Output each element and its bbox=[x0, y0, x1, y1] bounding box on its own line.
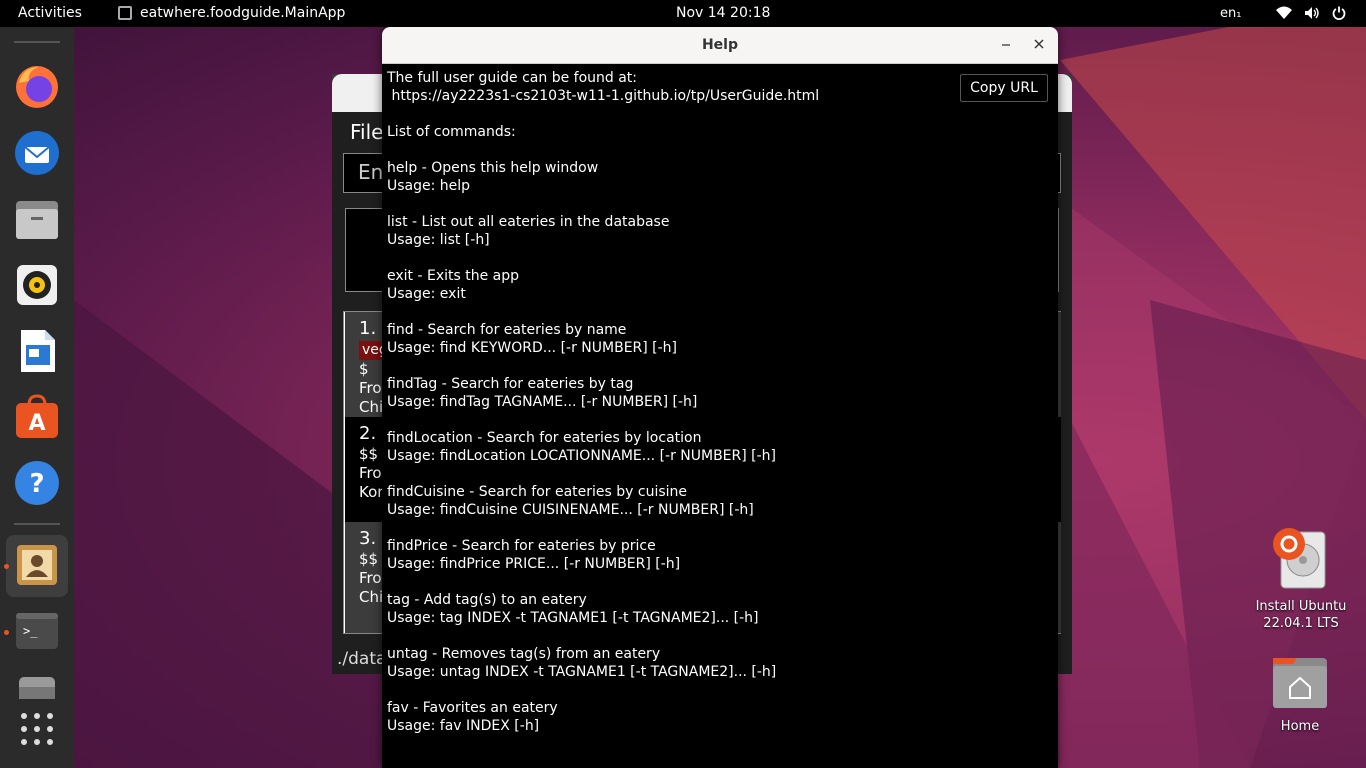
help-line bbox=[387, 195, 947, 213]
help-line: findLocation - Search for eateries by lo… bbox=[387, 430, 702, 446]
help-line bbox=[387, 303, 947, 321]
svg-text:?: ? bbox=[29, 469, 44, 499]
contacts-app-icon[interactable] bbox=[13, 541, 61, 589]
help-line bbox=[387, 519, 947, 537]
help-line: Usage: findLocation LOCATIONNAME... [-r … bbox=[387, 448, 777, 464]
help-line: Usage: findCuisine CUISINENAME... [-r NU… bbox=[387, 502, 754, 518]
help-line: Usage: list [-h] bbox=[387, 232, 490, 248]
terminal-icon[interactable]: >_ bbox=[13, 607, 61, 655]
system-menu[interactable] bbox=[1276, 6, 1346, 20]
status-bar-path: ./data bbox=[337, 649, 387, 669]
help-line: findTag - Search for eateries by tag bbox=[387, 376, 634, 392]
help-line: Usage: exit bbox=[387, 286, 466, 302]
help-line: list - List out all eateries in the data… bbox=[387, 214, 670, 230]
close-button[interactable] bbox=[1028, 34, 1050, 56]
help-line bbox=[387, 411, 947, 429]
install-ubuntu-version: 22.04.1 LTS bbox=[1263, 616, 1339, 631]
volume-icon bbox=[1305, 7, 1319, 19]
power-icon bbox=[1332, 6, 1346, 20]
help-line: findPrice - Search for eateries by price bbox=[387, 538, 656, 554]
install-ubuntu-shortcut[interactable]: Install Ubuntu 22.04.1 LTS bbox=[1244, 526, 1358, 632]
activities-button[interactable]: Activities bbox=[18, 5, 82, 21]
help-line: find - Search for eateries by name bbox=[387, 322, 627, 338]
help-line: help - Opens this help window bbox=[387, 160, 599, 176]
close-icon bbox=[1034, 39, 1044, 49]
command-input-placeholder: En bbox=[358, 160, 384, 184]
help-line bbox=[387, 681, 947, 699]
install-ubuntu-label: Install Ubuntu bbox=[1255, 599, 1347, 614]
help-window-titlebar[interactable]: Help bbox=[382, 27, 1058, 64]
svg-text:A: A bbox=[28, 411, 45, 436]
top-bar: Activities eatwhere.foodguide.MainApp No… bbox=[0, 0, 1366, 27]
help-line: untag - Removes tag(s) from an eatery bbox=[387, 646, 661, 662]
app-name-label: eatwhere.foodguide.MainApp bbox=[140, 5, 346, 21]
files-icon[interactable] bbox=[13, 195, 61, 243]
help-line: Usage: tag INDEX -t TAGNAME1 [-t TAGNAME… bbox=[387, 610, 759, 626]
help-line bbox=[387, 357, 947, 375]
show-apps-icon[interactable] bbox=[21, 713, 53, 745]
app-center-icon[interactable]: A bbox=[13, 393, 61, 441]
running-indicator bbox=[4, 630, 9, 635]
firefox-icon[interactable] bbox=[13, 63, 61, 111]
help-line: The full user guide can be found at: bbox=[387, 70, 638, 86]
app-menu[interactable]: eatwhere.foodguide.MainApp bbox=[118, 5, 345, 21]
wifi-icon bbox=[1276, 6, 1292, 19]
help-line bbox=[387, 573, 947, 591]
minimize-icon bbox=[1002, 44, 1010, 46]
help-line bbox=[387, 105, 947, 123]
dock-separator bbox=[14, 523, 60, 525]
help-line bbox=[387, 465, 947, 483]
help-line: Usage: help bbox=[387, 178, 471, 194]
help-window: Help The full user guide can be found at… bbox=[382, 27, 1058, 768]
help-line: Usage: findTag TAGNAME... [-r NUMBER] [-… bbox=[387, 394, 698, 410]
svg-text:>_: >_ bbox=[23, 624, 38, 638]
rhythmbox-icon[interactable] bbox=[13, 261, 61, 309]
help-line: List of commands: bbox=[387, 124, 516, 140]
help-text: The full user guide can be found at: htt… bbox=[387, 69, 947, 735]
help-line[interactable]: https://ay2223s1-cs2103t-w11-1.github.io… bbox=[387, 87, 947, 105]
help-line: findCuisine - Search for eateries by cui… bbox=[387, 484, 688, 500]
help-line: Usage: fav INDEX [-h] bbox=[387, 718, 540, 734]
clock[interactable]: Nov 14 20:18 bbox=[676, 5, 770, 21]
home-folder-icon bbox=[1273, 658, 1327, 708]
app-icon bbox=[118, 6, 132, 20]
help-line bbox=[387, 627, 947, 645]
help-line bbox=[387, 141, 947, 159]
keyboard-layout-indicator[interactable]: en₁ bbox=[1220, 6, 1241, 21]
help-line: Usage: find KEYWORD... [-r NUMBER] [-h] bbox=[387, 340, 678, 356]
help-line: fav - Favorites an eatery bbox=[387, 700, 558, 716]
help-icon[interactable]: ? bbox=[13, 459, 61, 507]
help-line: Usage: untag INDEX -t TAGNAME1 [-t TAGNA… bbox=[387, 664, 777, 680]
dock: A ? >_ bbox=[0, 27, 74, 768]
help-line bbox=[387, 249, 947, 267]
copy-url-button[interactable]: Copy URL bbox=[960, 74, 1048, 102]
help-line: Usage: findPrice PRICE... [-r NUMBER] [-… bbox=[387, 556, 681, 572]
libreoffice-writer-icon[interactable] bbox=[13, 327, 61, 375]
help-window-title: Help bbox=[701, 37, 739, 53]
thunderbird-icon[interactable] bbox=[13, 129, 61, 177]
home-folder-label: Home bbox=[1280, 719, 1320, 734]
help-line: exit - Exits the app bbox=[387, 268, 520, 284]
minimize-button[interactable] bbox=[996, 33, 1016, 53]
help-line: tag - Add tag(s) to an eatery bbox=[387, 592, 587, 608]
installer-icon bbox=[1273, 528, 1326, 589]
dock-separator bbox=[14, 41, 60, 43]
file-menu[interactable]: File bbox=[350, 120, 383, 144]
running-indicator bbox=[4, 564, 9, 569]
home-folder-shortcut[interactable]: Home bbox=[1260, 654, 1340, 735]
